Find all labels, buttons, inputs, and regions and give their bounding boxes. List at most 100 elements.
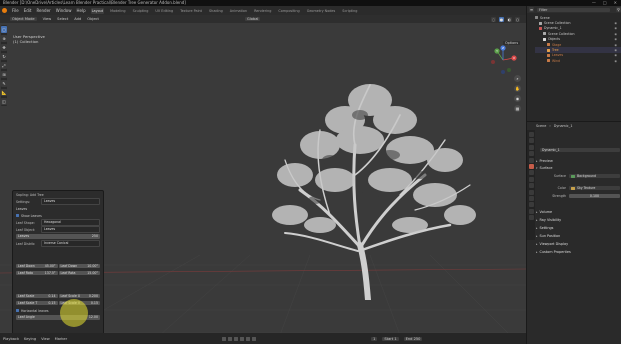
modifier-tab-icon[interactable] xyxy=(528,176,534,182)
tree-model[interactable] xyxy=(260,75,480,300)
outliner-search-input[interactable]: Filter xyxy=(537,7,610,12)
leaf-rotate-field[interactable]: Leaf Rota 137.5° xyxy=(16,270,58,276)
jump-start-icon[interactable] xyxy=(222,336,227,341)
marker-menu[interactable]: Marker xyxy=(55,337,67,341)
tab-animation[interactable]: Animation xyxy=(229,8,248,14)
tab-texture-paint[interactable]: Texture Paint xyxy=(179,8,203,14)
leaf-distrib-dropdown[interactable]: Inverse Conical xyxy=(41,240,100,247)
leaf-down-2-field[interactable]: Leaf Down 10.00° xyxy=(58,263,100,269)
annotate-icon[interactable]: ✎ xyxy=(1,80,7,87)
ortho-toggle-icon[interactable]: ▦ xyxy=(514,105,521,112)
section-ray-visibility[interactable]: ▸ Ray Visibility xyxy=(536,217,620,223)
tab-uv-editing[interactable]: UV Editing xyxy=(154,8,174,14)
move-icon[interactable]: ✥ xyxy=(1,44,7,51)
outliner-item-wind[interactable]: Wind ◉ xyxy=(535,58,621,63)
section-sun-position[interactable]: ▸ Sun Position xyxy=(536,233,620,239)
measure-icon[interactable]: 📐 xyxy=(1,89,7,96)
menu-edit[interactable]: Edit xyxy=(24,8,32,13)
menu-help[interactable]: Help xyxy=(76,8,85,13)
section-custom-properties[interactable]: ▸ Custom Properties xyxy=(536,249,620,255)
output-tab-icon[interactable] xyxy=(528,144,534,150)
world-tab-icon[interactable] xyxy=(528,163,534,169)
object-tab-icon[interactable] xyxy=(528,170,534,176)
data-tab-icon[interactable] xyxy=(528,202,534,208)
panel-title[interactable]: Sapling: Add Tree xyxy=(16,193,100,197)
section-volume[interactable]: ▸ Volume xyxy=(536,209,620,215)
section-viewport-display[interactable]: ▸ Viewport Display xyxy=(536,241,620,247)
keying-menu[interactable]: Keying xyxy=(24,337,36,341)
leaf-down-field[interactable]: Leaf Down 45.00° xyxy=(16,263,58,269)
scale-icon[interactable]: ⤢ xyxy=(1,62,7,69)
tab-geometry-nodes[interactable]: Geometry Nodes xyxy=(306,8,337,14)
prev-key-icon[interactable] xyxy=(228,336,233,341)
menu-select[interactable]: Select xyxy=(57,17,68,21)
tab-shading[interactable]: Shading xyxy=(208,8,224,14)
menu-render[interactable]: Render xyxy=(36,8,50,13)
cursor-icon[interactable]: ⊕ xyxy=(1,35,7,42)
blender-logo-icon[interactable] xyxy=(2,8,7,13)
jump-end-icon[interactable] xyxy=(252,336,257,341)
world-datablock-field[interactable]: Dynamic_1 xyxy=(540,147,620,153)
menu-add[interactable]: Add xyxy=(74,17,81,21)
settings-dropdown[interactable]: Leaves xyxy=(41,198,100,205)
start-frame-field[interactable]: Start 1 xyxy=(382,336,399,341)
orientation-selector[interactable]: Global xyxy=(244,17,261,21)
tab-layout[interactable]: Layout xyxy=(90,7,105,14)
zoom-icon[interactable]: ⌕ xyxy=(514,75,521,82)
rotate-icon[interactable]: ↻ xyxy=(1,53,7,60)
leaf-shape-dropdown[interactable]: Hexagonal xyxy=(41,219,100,226)
shading-solid-icon[interactable]: ● xyxy=(499,16,504,22)
section-preview[interactable]: ▸ Preview xyxy=(536,158,620,164)
surface-dropdown[interactable]: Background xyxy=(569,173,620,179)
view-layer-tab-icon[interactable] xyxy=(528,151,534,157)
current-frame-field[interactable]: 1 xyxy=(371,336,378,341)
shading-material-icon[interactable]: ◐ xyxy=(507,16,512,22)
editor-type-icon[interactable]: ≡ xyxy=(529,7,534,12)
physics-tab-icon[interactable] xyxy=(528,189,534,195)
shading-wireframe-icon[interactable]: ◌ xyxy=(491,16,496,22)
menu-view[interactable]: View xyxy=(43,17,52,21)
camera-icon[interactable]: ◉ xyxy=(514,95,521,102)
strength-field[interactable]: 0.100 xyxy=(569,193,620,199)
navigation-gizmo[interactable]: X Y Z xyxy=(488,45,518,75)
tab-compositing[interactable]: Compositing xyxy=(277,8,300,14)
color-dropdown[interactable]: Sky Texture xyxy=(569,185,620,191)
leaf-scale-t-field[interactable]: Leaf Scale T 0.15 xyxy=(16,300,58,306)
texture-tab-icon[interactable] xyxy=(528,215,534,221)
leaf-scale-field[interactable]: Leaf Scale 0.14 xyxy=(16,293,58,299)
pan-icon[interactable]: ✋ xyxy=(514,85,521,92)
filter-icon[interactable]: ⚲ xyxy=(616,7,621,12)
next-key-icon[interactable] xyxy=(246,336,251,341)
horizontal-leaves-checkbox[interactable] xyxy=(16,309,19,313)
end-frame-field[interactable]: End 250 xyxy=(403,336,423,341)
material-tab-icon[interactable] xyxy=(528,208,534,214)
view-menu[interactable]: View xyxy=(41,337,50,341)
select-box-icon[interactable]: ▢ xyxy=(1,26,7,33)
menu-object[interactable]: Object xyxy=(87,17,99,21)
scene-tab-icon[interactable] xyxy=(528,157,534,163)
show-leaves-checkbox[interactable] xyxy=(16,214,19,218)
tab-sculpting[interactable]: Sculpting xyxy=(132,8,150,14)
tab-scripting[interactable]: Scripting xyxy=(341,8,358,14)
render-tab-icon[interactable] xyxy=(528,138,534,144)
mode-selector[interactable]: Object Mode xyxy=(10,17,37,21)
shading-rendered-icon[interactable]: ○ xyxy=(515,16,520,22)
transform-icon[interactable]: ⊞ xyxy=(1,71,7,78)
play-reverse-icon[interactable] xyxy=(234,336,239,341)
tool-tab-icon[interactable] xyxy=(528,132,534,137)
section-settings[interactable]: ▸ Settings xyxy=(536,225,620,231)
menu-file[interactable]: File xyxy=(12,8,19,13)
section-surface[interactable]: ▾ Surface xyxy=(536,165,620,171)
playback-menu[interactable]: Playback xyxy=(3,337,19,341)
constraints-tab-icon[interactable] xyxy=(528,195,534,201)
particles-tab-icon[interactable] xyxy=(528,183,534,189)
leaf-rotate-2-field[interactable]: Leaf Rota 15.00° xyxy=(58,270,100,276)
menu-window[interactable]: Window xyxy=(56,8,72,13)
3d-viewport[interactable]: Object Mode View Select Add Object Globa… xyxy=(0,15,526,333)
leaves-count-field[interactable]: Leaves 250 xyxy=(16,234,100,239)
leaf-object-dropdown[interactable]: Leaves xyxy=(41,226,100,233)
leaf-scale-x-field[interactable]: Leaf Scale X 0.200 xyxy=(58,293,100,299)
play-icon[interactable] xyxy=(240,336,245,341)
tab-rendering[interactable]: Rendering xyxy=(253,8,272,14)
tab-modeling[interactable]: Modeling xyxy=(109,8,126,14)
